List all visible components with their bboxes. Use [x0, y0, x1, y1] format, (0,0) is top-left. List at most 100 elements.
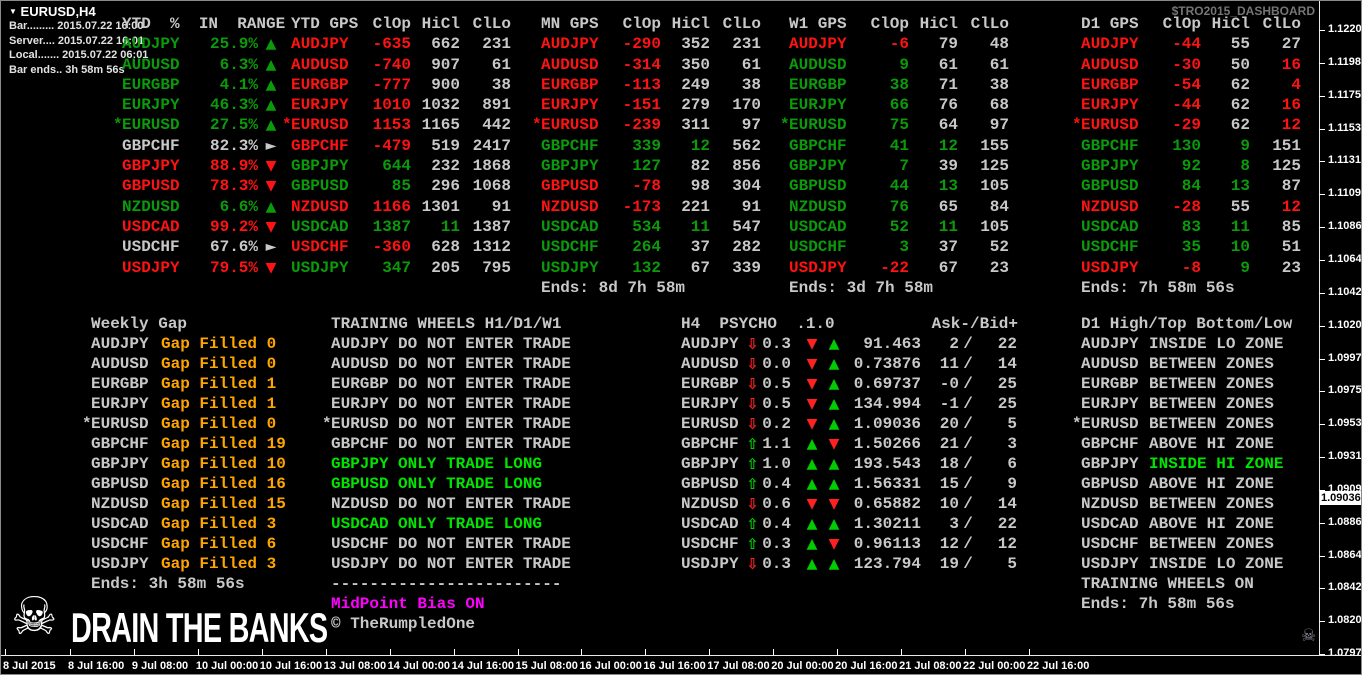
bid-value: 22 [997, 515, 1017, 533]
gap-status: Gap Filled 3 [161, 515, 277, 533]
price-value: 1.09036 [853, 415, 921, 433]
pair-name: AUDJPY [1081, 335, 1139, 353]
clop-value: 92 [1181, 157, 1201, 176]
pair-name: GBPUSD [122, 177, 180, 196]
time-tick [901, 649, 903, 655]
row-USDCAD: USDCAD Gap Filled 3 [82, 514, 301, 534]
pair-name: AUDJPY [1081, 35, 1139, 54]
up-arrow-icon: ▲ [265, 36, 277, 53]
star-marker [1072, 354, 1081, 374]
hicl-value: 9 [1240, 136, 1250, 155]
strength-up-arrow-icon: ⇧ [746, 515, 759, 533]
pair-name: USDCHF [331, 535, 389, 553]
price-label: 1.08420 [1328, 581, 1362, 594]
clop-value: 264 [632, 238, 661, 257]
pair-name: AUDUSD [122, 55, 180, 74]
clop-value: 1010 [372, 96, 411, 115]
range-percent: 25.9% [209, 35, 258, 54]
star-marker [282, 237, 291, 257]
row-EURUSD: EURUSD ⇩ 0.2 ▼ ▲ 1.09036 20/ 5 [681, 414, 1018, 434]
hicl-value: 37 [690, 238, 710, 257]
star-marker [532, 237, 541, 257]
price-label: 1.07975 [1328, 647, 1362, 660]
psycho-title: H4 PSYCHO .1.0 [681, 315, 835, 333]
cllo-value: 85 [1281, 217, 1301, 236]
gap-status: Gap Filled 0 [161, 415, 277, 433]
time-tick [517, 649, 519, 655]
star-marker [532, 217, 541, 237]
range-percent: 78.3% [209, 177, 258, 196]
row-AUDUSD: AUDUSD BETWEEN ZONES [1072, 354, 1309, 374]
strength-down-arrow-icon: ⇩ [746, 395, 759, 413]
star-marker: * [1072, 116, 1082, 135]
pair-name: USDJPY [331, 555, 389, 573]
star-marker [322, 354, 331, 374]
pair-name: USDCHF [1081, 535, 1139, 553]
clop-value: 3 [899, 238, 909, 257]
row-AUDJPY: AUDJPY INSIDE LO ZONE [1072, 334, 1309, 354]
star-marker [282, 176, 291, 196]
time-label: 8 Jul 16:00 [68, 660, 125, 672]
down-arrow-icon: ▼ [806, 336, 818, 352]
star-marker [322, 534, 331, 554]
hicl-value: 352 [681, 35, 710, 54]
cllo-value: 1068 [472, 177, 511, 196]
star-marker: * [532, 116, 542, 135]
pair-name: USDCAD [1081, 515, 1139, 533]
star-marker [113, 55, 122, 75]
cllo-value: 84 [989, 197, 1009, 216]
hicl-value: 50 [1230, 55, 1250, 74]
hicl-value: 11 [1230, 217, 1250, 236]
down-arrow-icon: ▼ [806, 356, 818, 372]
pair-name: AUDUSD [331, 355, 389, 373]
cllo-value: 52 [989, 238, 1009, 257]
star-marker [1072, 394, 1081, 414]
price-axis-line [1319, 1, 1320, 655]
cllo-value: 155 [980, 136, 1009, 155]
gap-status: Gap Filled 10 [161, 455, 286, 473]
clop-value: 127 [632, 157, 661, 176]
star-marker [282, 136, 291, 156]
pair-name: GBPJPY [331, 455, 389, 473]
ask-value: 10 [939, 495, 959, 513]
cllo-value: 231 [482, 35, 511, 54]
star-spacer [1072, 14, 1081, 34]
row-USDCAD: USDCAD ABOVE HI ZONE [1072, 514, 1309, 534]
star-marker [322, 454, 331, 474]
down-arrow-icon: ▼ [828, 496, 840, 512]
chevron-down-icon[interactable]: ▼ [9, 7, 17, 16]
gap-status: Gap Filled 6 [161, 535, 277, 553]
row-NZDUSD: NZDUSD -28 55 12 [1072, 197, 1301, 217]
price-value: 91.463 [863, 335, 921, 353]
right-arrow-icon: ► [265, 137, 277, 154]
star-marker: * [780, 116, 790, 135]
row-USDCHF: USDCHF 67.6% ► [113, 237, 285, 257]
star-marker [113, 237, 122, 257]
row-GBPJPY: GBPJPY 7 39 125 [780, 156, 1009, 176]
time-tick [70, 649, 71, 655]
price-label: 1.09975 [1328, 351, 1362, 364]
row-NZDUSD: NZDUSD BETWEEN ZONES [1072, 494, 1309, 514]
gap-status: Gap Filled 3 [161, 555, 277, 573]
up-arrow-icon: ▲ [828, 396, 840, 412]
pair-name: AUDUSD [91, 355, 149, 373]
row-AUDUSD: AUDUSD -314 350 61 [532, 55, 761, 75]
row-EURUSD: * EURUSD -239 311 97 [532, 115, 761, 135]
hicl-value: 8 [1240, 157, 1250, 176]
hicl-value: 900 [431, 75, 460, 94]
row-USDJPY: USDJPY Gap Filled 3 [82, 554, 301, 574]
star-marker [780, 34, 789, 54]
price-label: 1.08200 [1328, 614, 1362, 627]
hicl-value: 1165 [421, 116, 460, 135]
row-NZDUSD: NZDUSD DO NOT ENTER TRADE [322, 494, 588, 514]
star-marker [532, 156, 541, 176]
star-marker: * [82, 415, 92, 433]
pair-name: EURUSD [1081, 116, 1139, 135]
clop-value: -22 [880, 258, 909, 277]
range-percent: 79.5% [209, 258, 258, 277]
price-label: 1.12200 [1328, 23, 1362, 35]
star-marker: * [322, 415, 332, 433]
col-cllo: ClLo [970, 15, 1009, 33]
price-value: 0.96113 [853, 535, 921, 553]
